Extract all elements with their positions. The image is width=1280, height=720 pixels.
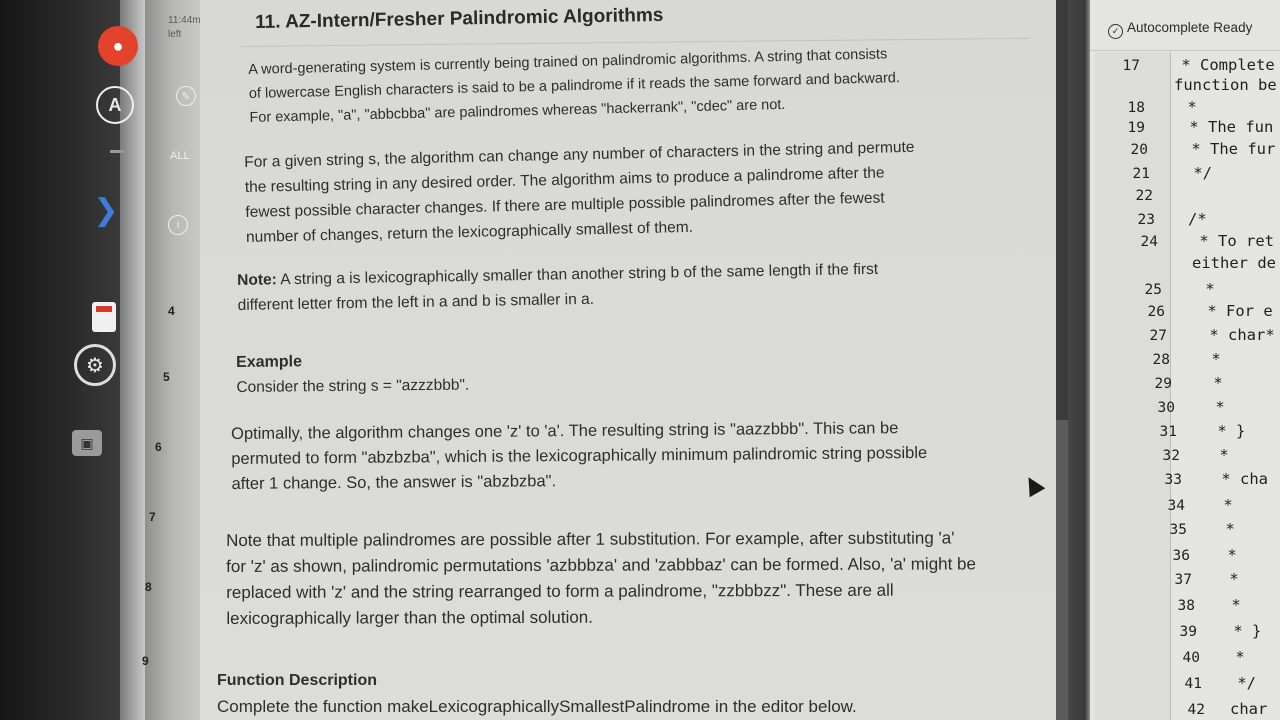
timer-value: 11:44m xyxy=(168,15,201,26)
line-number: 28 xyxy=(1152,352,1170,368)
code-line[interactable]: */ xyxy=(1184,164,1212,182)
code-line[interactable]: * The fur xyxy=(1182,140,1275,158)
question-nav-strip xyxy=(145,0,200,720)
code-line[interactable]: * xyxy=(1216,520,1234,538)
line-number: 17 xyxy=(1122,58,1140,74)
code-line[interactable]: * To ret xyxy=(1190,232,1274,250)
editor-header-divider xyxy=(1090,50,1280,51)
code-line[interactable]: * xyxy=(1178,98,1196,116)
line-number: 21 xyxy=(1132,166,1150,182)
filter-all-label[interactable]: ALL xyxy=(170,150,190,162)
files-app-icon[interactable]: ▣ xyxy=(72,430,102,456)
code-line[interactable]: * xyxy=(1204,374,1222,392)
settings-gear-icon[interactable]: ⚙ xyxy=(74,344,116,386)
document-app-icon[interactable] xyxy=(92,302,116,332)
note2-line: for 'z' as shown, palindromic permutatio… xyxy=(226,554,976,576)
question-number[interactable]: 5 xyxy=(163,370,170,384)
code-line[interactable]: * Complete xyxy=(1172,56,1274,74)
note2-line: replaced with 'z' and the string rearran… xyxy=(226,580,894,602)
app-launcher-icon[interactable]: ● xyxy=(98,26,138,66)
line-number: 27 xyxy=(1149,328,1167,344)
code-line[interactable]: * char* xyxy=(1200,326,1274,344)
line-number: 31 xyxy=(1159,424,1177,440)
code-line[interactable]: /* xyxy=(1188,210,1207,228)
line-number: 38 xyxy=(1177,598,1195,614)
code-line[interactable]: * xyxy=(1220,570,1238,588)
line-number: 33 xyxy=(1164,472,1182,488)
code-line[interactable]: */ xyxy=(1228,674,1256,692)
line-number: 32 xyxy=(1162,448,1180,464)
line-number: 40 xyxy=(1182,650,1200,666)
timer: 11:44m left xyxy=(168,14,201,42)
line-number: 20 xyxy=(1130,142,1148,158)
code-line[interactable]: either de xyxy=(1192,254,1276,272)
line-number: 35 xyxy=(1169,522,1187,538)
example-heading: Example xyxy=(236,353,303,371)
code-line[interactable]: * For e xyxy=(1198,302,1272,320)
check-circle-icon: ✓ xyxy=(1108,24,1123,39)
code-line[interactable]: function be xyxy=(1174,76,1277,94)
code-line[interactable]: * xyxy=(1196,280,1214,298)
question-number[interactable]: 6 xyxy=(155,440,162,454)
note2-line: lexicographically larger than the optima… xyxy=(226,607,594,628)
example-explanation: Optimally, the algorithm changes one 'z'… xyxy=(231,416,927,497)
line-number: 19 xyxy=(1127,120,1145,136)
problem-scrollbar-thumb[interactable] xyxy=(1056,0,1068,420)
line-number: 39 xyxy=(1179,624,1197,640)
line-number: 41 xyxy=(1184,676,1202,692)
line-number: 37 xyxy=(1174,572,1192,588)
accessibility-icon[interactable]: A xyxy=(96,86,134,124)
line-number: 18 xyxy=(1127,100,1145,116)
code-line[interactable]: * The fun xyxy=(1180,118,1273,136)
line-number: 30 xyxy=(1157,400,1175,416)
edit-icon[interactable]: ✎ xyxy=(176,86,196,106)
code-line[interactable]: * cha xyxy=(1212,470,1268,488)
line-number: 26 xyxy=(1147,304,1165,320)
timer-label: left xyxy=(168,29,182,40)
question-number[interactable]: 8 xyxy=(145,580,152,594)
code-line[interactable]: * } xyxy=(1208,422,1245,440)
line-number: 22 xyxy=(1135,188,1153,204)
autocomplete-status: ✓ Autocomplete Ready xyxy=(1108,20,1252,39)
question-number[interactable]: 7 xyxy=(149,510,156,524)
autocomplete-label: Autocomplete Ready xyxy=(1127,20,1253,35)
info-icon[interactable]: i xyxy=(168,215,188,235)
example-note: Note that multiple palindromes are possi… xyxy=(226,525,976,632)
problem-task: For a given string s, the algorithm can … xyxy=(244,135,916,250)
code-line[interactable]: * xyxy=(1206,398,1224,416)
note-label: Note: xyxy=(237,271,277,289)
function-description: Function Description Complete the functi… xyxy=(217,668,857,720)
code-line[interactable]: * } xyxy=(1224,622,1261,640)
example-section: Example Consider the string s = "azzzbbb… xyxy=(236,348,469,400)
line-number: 34 xyxy=(1167,498,1185,514)
line-number: 36 xyxy=(1172,548,1190,564)
code-line[interactable]: * xyxy=(1218,546,1236,564)
code-editor-app-icon[interactable]: ❯ xyxy=(86,194,126,227)
line-number: 23 xyxy=(1137,212,1155,228)
code-line[interactable]: * xyxy=(1210,446,1228,464)
line-number: 42 xyxy=(1187,702,1205,718)
line-number: 29 xyxy=(1154,376,1172,392)
question-number[interactable]: 9 xyxy=(142,654,149,668)
function-line: Complete the function makeLexicographica… xyxy=(217,697,857,716)
code-line[interactable]: * xyxy=(1214,496,1232,514)
code-line[interactable]: * xyxy=(1222,596,1240,614)
function-heading: Function Description xyxy=(217,672,377,689)
screen: ● A ❯ ⚙ ▣ 11:44m left ✎ ALL i 4 5 6 7 8 … xyxy=(0,0,1280,720)
code-line[interactable]: char xyxy=(1230,700,1267,718)
code-line[interactable]: * xyxy=(1226,648,1244,666)
line-number: 24 xyxy=(1140,234,1158,250)
separator-icon xyxy=(110,150,124,153)
note2-line: Note that multiple palindromes are possi… xyxy=(226,528,955,550)
line-number: 25 xyxy=(1144,282,1162,298)
code-line[interactable]: * xyxy=(1202,350,1220,368)
example-line: Consider the string s = "azzzbbb". xyxy=(236,376,470,396)
question-number[interactable]: 4 xyxy=(168,304,175,318)
